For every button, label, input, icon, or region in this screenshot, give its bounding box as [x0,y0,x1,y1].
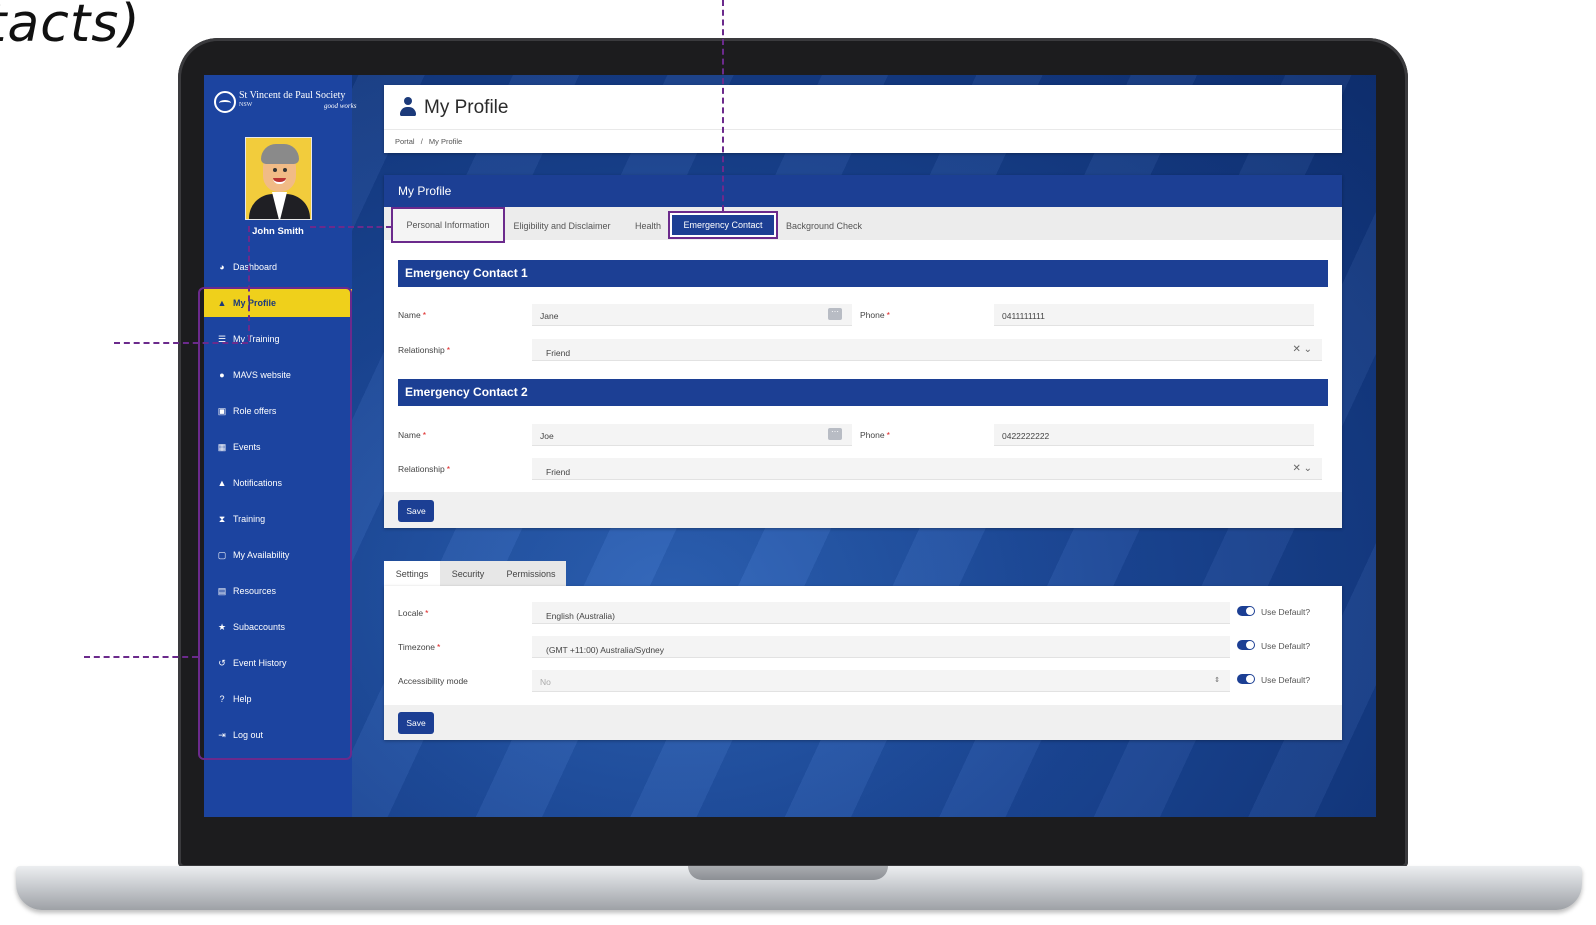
caption-text: tacts) [0,0,141,54]
tab-permissions[interactable]: Permissions [496,561,566,586]
tab-background-check[interactable]: Background Check [782,211,866,240]
accessibility-use-default-toggle[interactable] [1237,674,1255,684]
annotation-connector [310,226,392,228]
accessibility-mode-select[interactable]: No ⇕ [532,670,1230,692]
user-icon [400,97,416,117]
section-emergency-contact-1: Emergency Contact 1 [398,260,1328,287]
save-button[interactable]: Save [398,500,434,522]
contact1-name-input[interactable]: Jane ⋯ [532,304,852,326]
profile-tabs: Personal Information Eligibility and Dis… [384,207,1342,243]
laptop-mockup: tacts) St Vincent de Paul Society NSW go… [0,0,1596,925]
dashboard-icon: ◕ [219,262,225,272]
locale-use-default-toggle[interactable] [1237,606,1255,616]
tab-personal-information[interactable]: Personal Information [391,207,505,243]
accessibility-mode-label: Accessibility mode [398,676,468,686]
avatar[interactable] [245,137,312,220]
sidebar-item-label: Dashboard [233,262,278,272]
settings-tabs: Settings Security Permissions [384,561,574,586]
name-label: Name * [398,430,426,440]
breadcrumb-portal[interactable]: Portal [395,137,415,146]
contact1-phone-input[interactable]: 0411111111 [994,304,1314,326]
contact2-name-input[interactable]: Joe ⋯ [532,424,852,446]
contact1-relationship-select[interactable]: Friend ✕ ⌄ [532,339,1322,361]
sidebar-item-dashboard[interactable]: ◕ Dashboard [204,249,352,285]
relationship-label: Relationship * [398,464,451,474]
phone-label: Phone * [860,310,890,320]
annotation-connector [114,342,248,344]
svdp-logo-icon [214,91,236,113]
brand-name: St Vincent de Paul Society [239,90,346,101]
card-title: My Profile [384,175,1342,207]
use-default-label: Use Default? [1261,675,1311,685]
updown-icon: ⇕ [1214,677,1220,684]
use-default-label: Use Default? [1261,641,1311,651]
tab-emergency-contact[interactable]: Emergency Contact [668,211,778,239]
settings-card: Locale * English (Australia) Use Default?… [384,586,1342,740]
relationship-label: Relationship * [398,345,451,355]
annotation-connector [84,656,198,658]
annotation-connector [722,0,724,211]
locale-label: Locale * [398,608,429,618]
tab-security[interactable]: Security [440,561,496,586]
timezone-label: Timezone * [398,642,441,652]
breadcrumb-separator: / [420,137,423,146]
profile-card: My Profile Personal Information Eligibil… [384,175,1342,528]
phone-label: Phone * [860,430,890,440]
locale-select[interactable]: English (Australia) [532,602,1230,624]
annotation-connector [248,226,250,341]
breadcrumb: Portal / My Profile [395,137,466,146]
app-screen: St Vincent de Paul Society NSW good work… [204,75,1376,817]
brand-logo[interactable]: St Vincent de Paul Society NSW good work… [214,89,356,115]
breadcrumb-current: My Profile [428,137,463,146]
chevron-down-icon[interactable]: ⌄ [1304,344,1312,355]
tab-eligibility-and-disclaimer[interactable]: Eligibility and Disclaimer [508,211,616,240]
brand-sub: NSW [239,102,253,108]
page-header: My Profile Portal / My Profile [384,85,1342,153]
clear-icon[interactable]: ✕ [1292,344,1300,355]
settings-save-button[interactable]: Save [398,712,434,734]
more-icon[interactable]: ⋯ [828,308,842,320]
chevron-down-icon[interactable]: ⌄ [1304,463,1312,474]
section-emergency-contact-2: Emergency Contact 2 [398,379,1328,406]
timezone-use-default-toggle[interactable] [1237,640,1255,650]
contact2-relationship-select[interactable]: Friend ✕ ⌄ [532,458,1322,480]
clear-icon[interactable]: ✕ [1292,463,1300,474]
tab-health[interactable]: Health [628,211,668,240]
page-title: My Profile [424,97,509,118]
contact2-phone-input[interactable]: 0422222222 [994,424,1314,446]
annotation-sidebar-highlight [198,287,352,760]
timezone-select[interactable]: (GMT +11:00) Australia/Sydney [532,636,1230,658]
more-icon[interactable]: ⋯ [828,428,842,440]
use-default-label: Use Default? [1261,607,1311,617]
laptop-notch [688,866,888,880]
name-label: Name * [398,310,426,320]
tab-settings[interactable]: Settings [384,561,440,586]
brand-tagline: good works [324,102,357,110]
